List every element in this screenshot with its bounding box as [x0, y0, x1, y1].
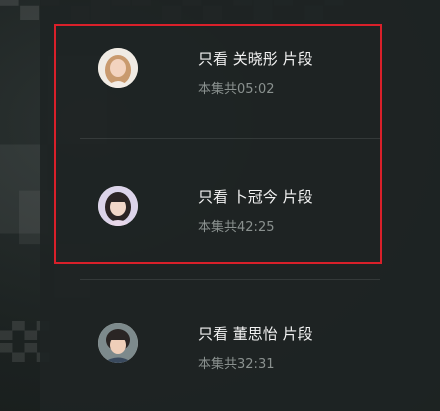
list-item-actor-clip[interactable]: 只看 董思怡 片段 本集共32:31: [98, 323, 398, 383]
divider: [80, 279, 380, 280]
avatar: [98, 323, 138, 363]
clip-duration: 本集共32:31: [198, 357, 275, 372]
clip-title: 只看 董思怡 片段: [198, 325, 313, 343]
highlight-annotation-box: [54, 24, 382, 264]
video-player-background: ▀▄▀ ▄█▀▀ ▄▀▄ ▀█▀ ▄▀ ▞ ▚ ▄▀▄▀▀▄▀▄ 只看 关晓彤 …: [0, 0, 440, 411]
